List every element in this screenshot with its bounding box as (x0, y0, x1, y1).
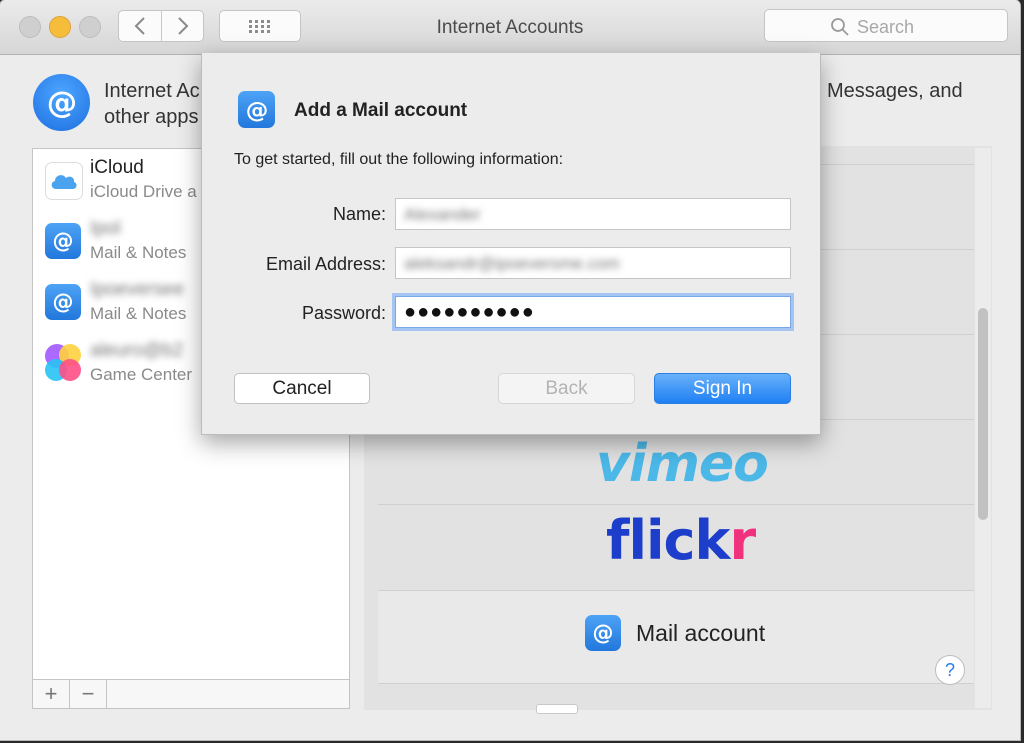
name-label: Name: (332, 204, 386, 224)
name-field[interactable]: Alexander (395, 198, 791, 230)
icloud-icon (45, 162, 83, 200)
svg-text:@: @ (53, 290, 74, 314)
game-center-icon (41, 341, 85, 385)
vimeo-logo: vimeo (596, 434, 769, 494)
email-label: Email Address: (265, 254, 386, 274)
header-line-1: Internet Ac (104, 80, 200, 102)
flickr-logo-part-a: flick (606, 509, 730, 572)
account-title: aleuro@b2 (90, 340, 184, 361)
scrollbar-thumb[interactable] (978, 308, 988, 520)
toolbar: Internet Accounts Search (0, 0, 1020, 55)
flickr-logo-part-b: r (729, 509, 756, 572)
internet-accounts-window: Internet Accounts Search @ Internet Ac o… (0, 0, 1020, 740)
close-window-button[interactable] (19, 16, 41, 38)
dialog-intro: To get started, fill out the following i… (234, 151, 564, 168)
mail-at-icon: @ (45, 284, 81, 320)
help-button[interactable]: ? (935, 655, 965, 685)
search-placeholder: Search (857, 17, 915, 37)
minimize-window-button[interactable] (49, 16, 71, 38)
email-field[interactable]: aleksandr@ipoeversme.com (395, 247, 791, 279)
mail-at-icon: @ (238, 91, 275, 128)
add-mail-account-dialog: @ Add a Mail account To get started, fil… (201, 53, 821, 435)
password-field[interactable]: ●●●●●●●●●● (395, 296, 791, 328)
flickr-logo: flickr (606, 509, 756, 572)
mail-account-label: Mail account (636, 620, 766, 646)
account-subtitle: iCloud Drive a (90, 182, 197, 201)
svg-text:@: @ (245, 97, 268, 123)
account-subtitle: Mail & Notes (90, 304, 187, 323)
providers-scrollbar[interactable] (975, 148, 991, 708)
at-sign-icon: @ (46, 85, 76, 120)
accounts-list-footer: + − (32, 679, 350, 709)
svg-text:@: @ (53, 229, 74, 253)
account-subtitle: Game Center (90, 365, 193, 384)
password-value: ●●●●●●●●●● (404, 301, 535, 323)
account-title: Ipoeversee (90, 279, 185, 300)
zoom-window-button[interactable] (79, 16, 101, 38)
password-label: Password: (301, 303, 386, 323)
window-title: Internet Accounts (436, 17, 584, 38)
forward-nav-button[interactable] (162, 11, 204, 41)
name-value: Alexander (404, 205, 481, 224)
search-field[interactable]: Search (764, 9, 1008, 42)
chevron-left-icon (134, 17, 145, 35)
sign-in-button[interactable]: Sign In (654, 373, 791, 404)
mail-at-icon: @ (585, 615, 621, 651)
search-icon (831, 18, 849, 36)
header-description-tail: Messages, and (827, 80, 963, 102)
internet-accounts-icon: @ (33, 74, 90, 131)
account-title: iCloud (90, 157, 144, 178)
grid-icon (249, 20, 270, 33)
cancel-button[interactable]: Cancel (234, 373, 370, 404)
back-nav-button[interactable] (119, 11, 161, 41)
account-title: Ipol (90, 218, 121, 239)
mail-at-icon: @ (45, 223, 81, 259)
show-all-button[interactable] (219, 10, 301, 42)
chevron-right-icon (178, 17, 189, 35)
remove-account-button[interactable]: − (70, 680, 107, 708)
provider-row-flickr[interactable]: flickr (378, 505, 974, 591)
add-account-button[interactable]: + (33, 680, 70, 708)
navigation-segment (118, 10, 204, 42)
dialog-title: Add a Mail account (294, 100, 468, 121)
back-button[interactable]: Back (498, 373, 635, 404)
header-description: Internet Ac other apps (104, 78, 200, 130)
email-value: aleksandr@ipoeversme.com (404, 254, 620, 273)
header-line-2: other apps (104, 106, 199, 128)
svg-text:@: @ (46, 85, 76, 120)
bottom-handle (536, 704, 578, 714)
provider-row-mail-account[interactable]: @ Mail account (378, 591, 974, 684)
svg-text:@: @ (593, 621, 614, 645)
account-subtitle: Mail & Notes (90, 243, 187, 262)
